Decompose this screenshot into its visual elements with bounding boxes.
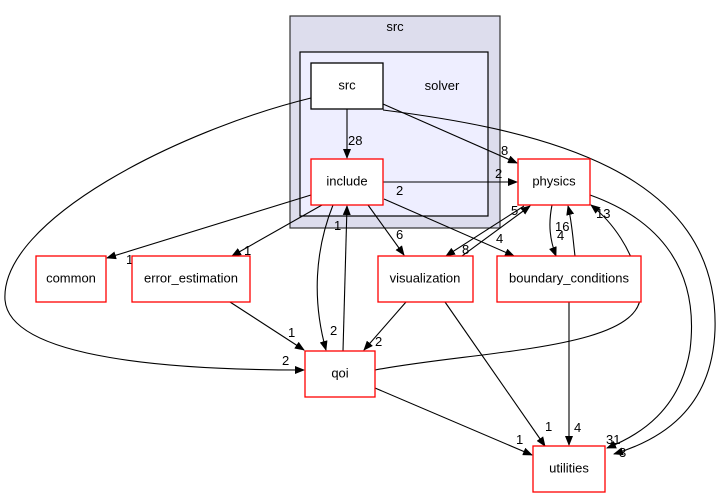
node-label: visualization [390,270,461,285]
edge-label: 28 [348,133,362,148]
edge-label: 31 [606,432,620,447]
node-label: utilities [549,460,589,475]
edge-label: 2 [330,323,337,338]
cluster-src-label: src [386,19,404,34]
node-label: error_estimation [144,270,238,285]
node-label: physics [532,173,576,188]
node-boundary-conditions[interactable]: boundary_conditions [496,255,642,303]
edge-label: 4 [574,420,581,435]
node-label: src [338,77,356,92]
edge-label: 16 [555,219,569,234]
edge-label: 5 [511,203,518,218]
edge-label: 3 [619,445,626,460]
edge-label: 2 [282,353,289,368]
edge-label: 4 [496,231,503,246]
edge-label: 2 [396,183,403,198]
edge-label: 13 [596,206,610,221]
node-include[interactable]: include [310,158,384,206]
node-error-estimation[interactable]: error_estimation [131,255,251,303]
node-common[interactable]: common [35,255,107,303]
node-label: include [326,173,367,188]
node-label: qoi [331,365,348,380]
node-label: boundary_conditions [509,270,629,285]
edge-label: 8 [501,143,508,158]
edge-label: 2 [375,334,382,349]
directory-dependency-graph: src solver 28 8 3 2 2 2 1 1 6 4 2 1 5 8 … [4,15,716,493]
edge-label: 6 [396,227,403,242]
node-qoi[interactable]: qoi [304,350,376,398]
cluster-solver-label: solver [425,78,460,93]
edge-label: 1 [545,419,552,434]
edge-label: 1 [334,218,341,233]
edge-label: 1 [288,325,295,340]
edge-label: 1 [516,432,523,447]
edge-label: 8 [462,242,469,257]
node-physics[interactable]: physics [517,158,591,206]
node-label: common [46,270,96,285]
edge-label: 2 [495,166,502,181]
node-utilities[interactable]: utilities [532,445,606,493]
node-visualization[interactable]: visualization [377,255,474,303]
node-src[interactable]: src [310,62,384,110]
